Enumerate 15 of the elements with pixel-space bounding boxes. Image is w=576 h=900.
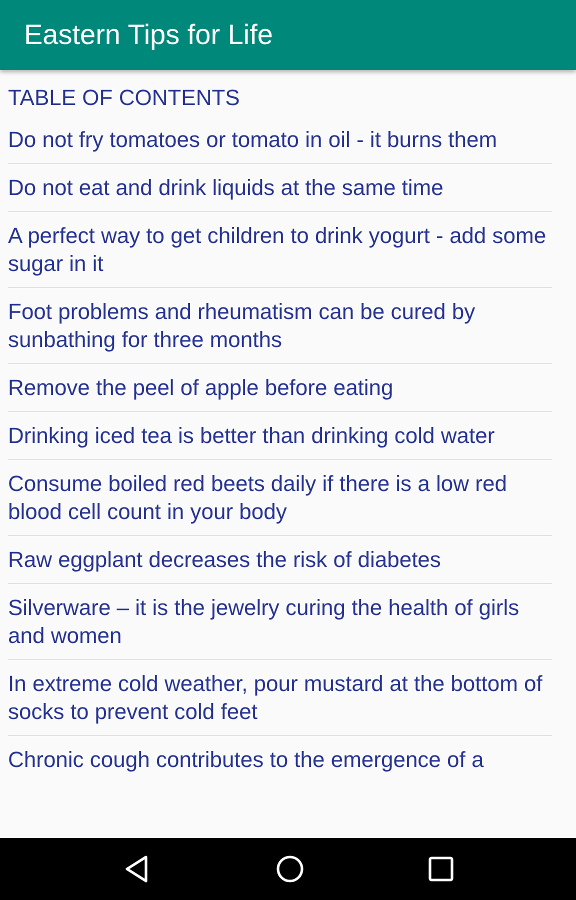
list-item[interactable]: Drinking iced tea is better than drinking cold water (8, 412, 552, 460)
section-heading: TABLE OF CONTENTS (8, 84, 241, 112)
list-item[interactable]: Chronic cough contributes to the emergence of a (8, 736, 552, 783)
list-item[interactable]: Do not eat and drink liquids at the same time (8, 164, 552, 212)
list-item[interactable]: Consume boiled red beets daily if there is a low red blood cell count in your body (8, 460, 552, 536)
list-item[interactable]: Silverware – it is the jewelry curing the health of girls and women (8, 584, 552, 660)
list-item[interactable]: Raw eggplant decreases the risk of diabetes (8, 536, 552, 584)
home-icon[interactable] (274, 854, 305, 884)
list-item[interactable]: A perfect way to get children to drink yogurt - add some sugar in it (8, 212, 552, 288)
list-item[interactable]: In extreme cold weather, pour mustard at the bottom of socks to prevent cold feet (8, 660, 552, 736)
recents-icon[interactable] (428, 856, 454, 882)
app-title: Eastern Tips for Life (24, 19, 274, 51)
list-item[interactable]: Remove the peel of apple before eating (8, 364, 552, 412)
list-item[interactable]: Do not fry tomatoes or tomato in oil - it burns them (8, 116, 552, 164)
list-item[interactable]: Foot problems and rheumatism can be cured by sunbathing for three months (8, 288, 552, 364)
